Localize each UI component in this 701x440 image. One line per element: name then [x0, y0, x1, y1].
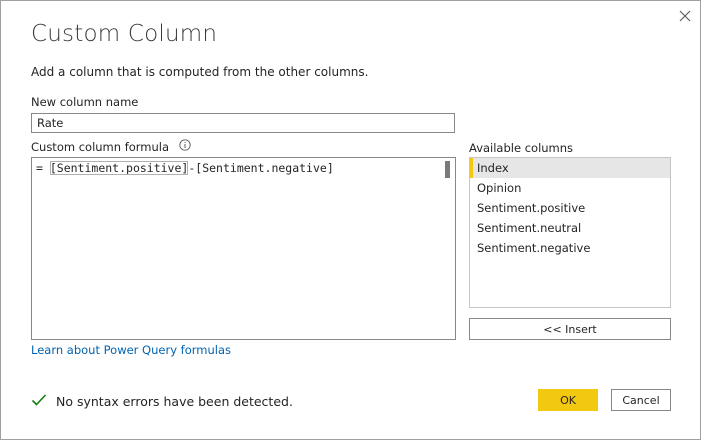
close-icon[interactable] — [675, 6, 695, 26]
available-column-item[interactable]: Sentiment.positive — [470, 198, 670, 218]
new-column-name-label: New column name — [31, 95, 139, 109]
insert-button[interactable]: << Insert — [469, 318, 671, 340]
formula-token-negative: [Sentiment.negative] — [195, 161, 334, 175]
learn-power-query-link[interactable]: Learn about Power Query formulas — [31, 343, 231, 357]
formula-text[interactable]: = [Sentiment.positive]-[Sentiment.negati… — [36, 161, 334, 175]
syntax-status-text: No syntax errors have been detected. — [56, 394, 293, 409]
available-column-item[interactable]: Index — [470, 158, 670, 178]
ok-button[interactable]: OK — [538, 389, 598, 411]
formula-scrollbar-thumb[interactable] — [445, 161, 450, 178]
formula-editor[interactable]: = [Sentiment.positive]-[Sentiment.negati… — [31, 157, 456, 340]
available-columns-list[interactable]: Index Opinion Sentiment.positive Sentime… — [469, 157, 671, 308]
formula-label: Custom column formula — [31, 140, 170, 154]
available-column-item[interactable]: Sentiment.negative — [470, 238, 670, 258]
check-icon — [31, 393, 47, 410]
cancel-button[interactable]: Cancel — [611, 389, 671, 411]
available-columns-label: Available columns — [469, 141, 574, 155]
dialog-subtitle: Add a column that is computed from the o… — [31, 65, 369, 79]
new-column-name-input[interactable] — [31, 113, 455, 133]
custom-column-dialog: Custom Column Add a column that is compu… — [0, 0, 701, 440]
dialog-title: Custom Column — [31, 21, 218, 47]
formula-prefix: = — [36, 161, 50, 175]
syntax-status: No syntax errors have been detected. — [31, 393, 293, 410]
formula-token-positive: [Sentiment.positive] — [49, 161, 189, 175]
available-column-item[interactable]: Sentiment.neutral — [470, 218, 670, 238]
available-column-item[interactable]: Opinion — [470, 178, 670, 198]
info-icon[interactable] — [179, 139, 191, 154]
formula-label-row: Custom column formula — [31, 139, 191, 155]
